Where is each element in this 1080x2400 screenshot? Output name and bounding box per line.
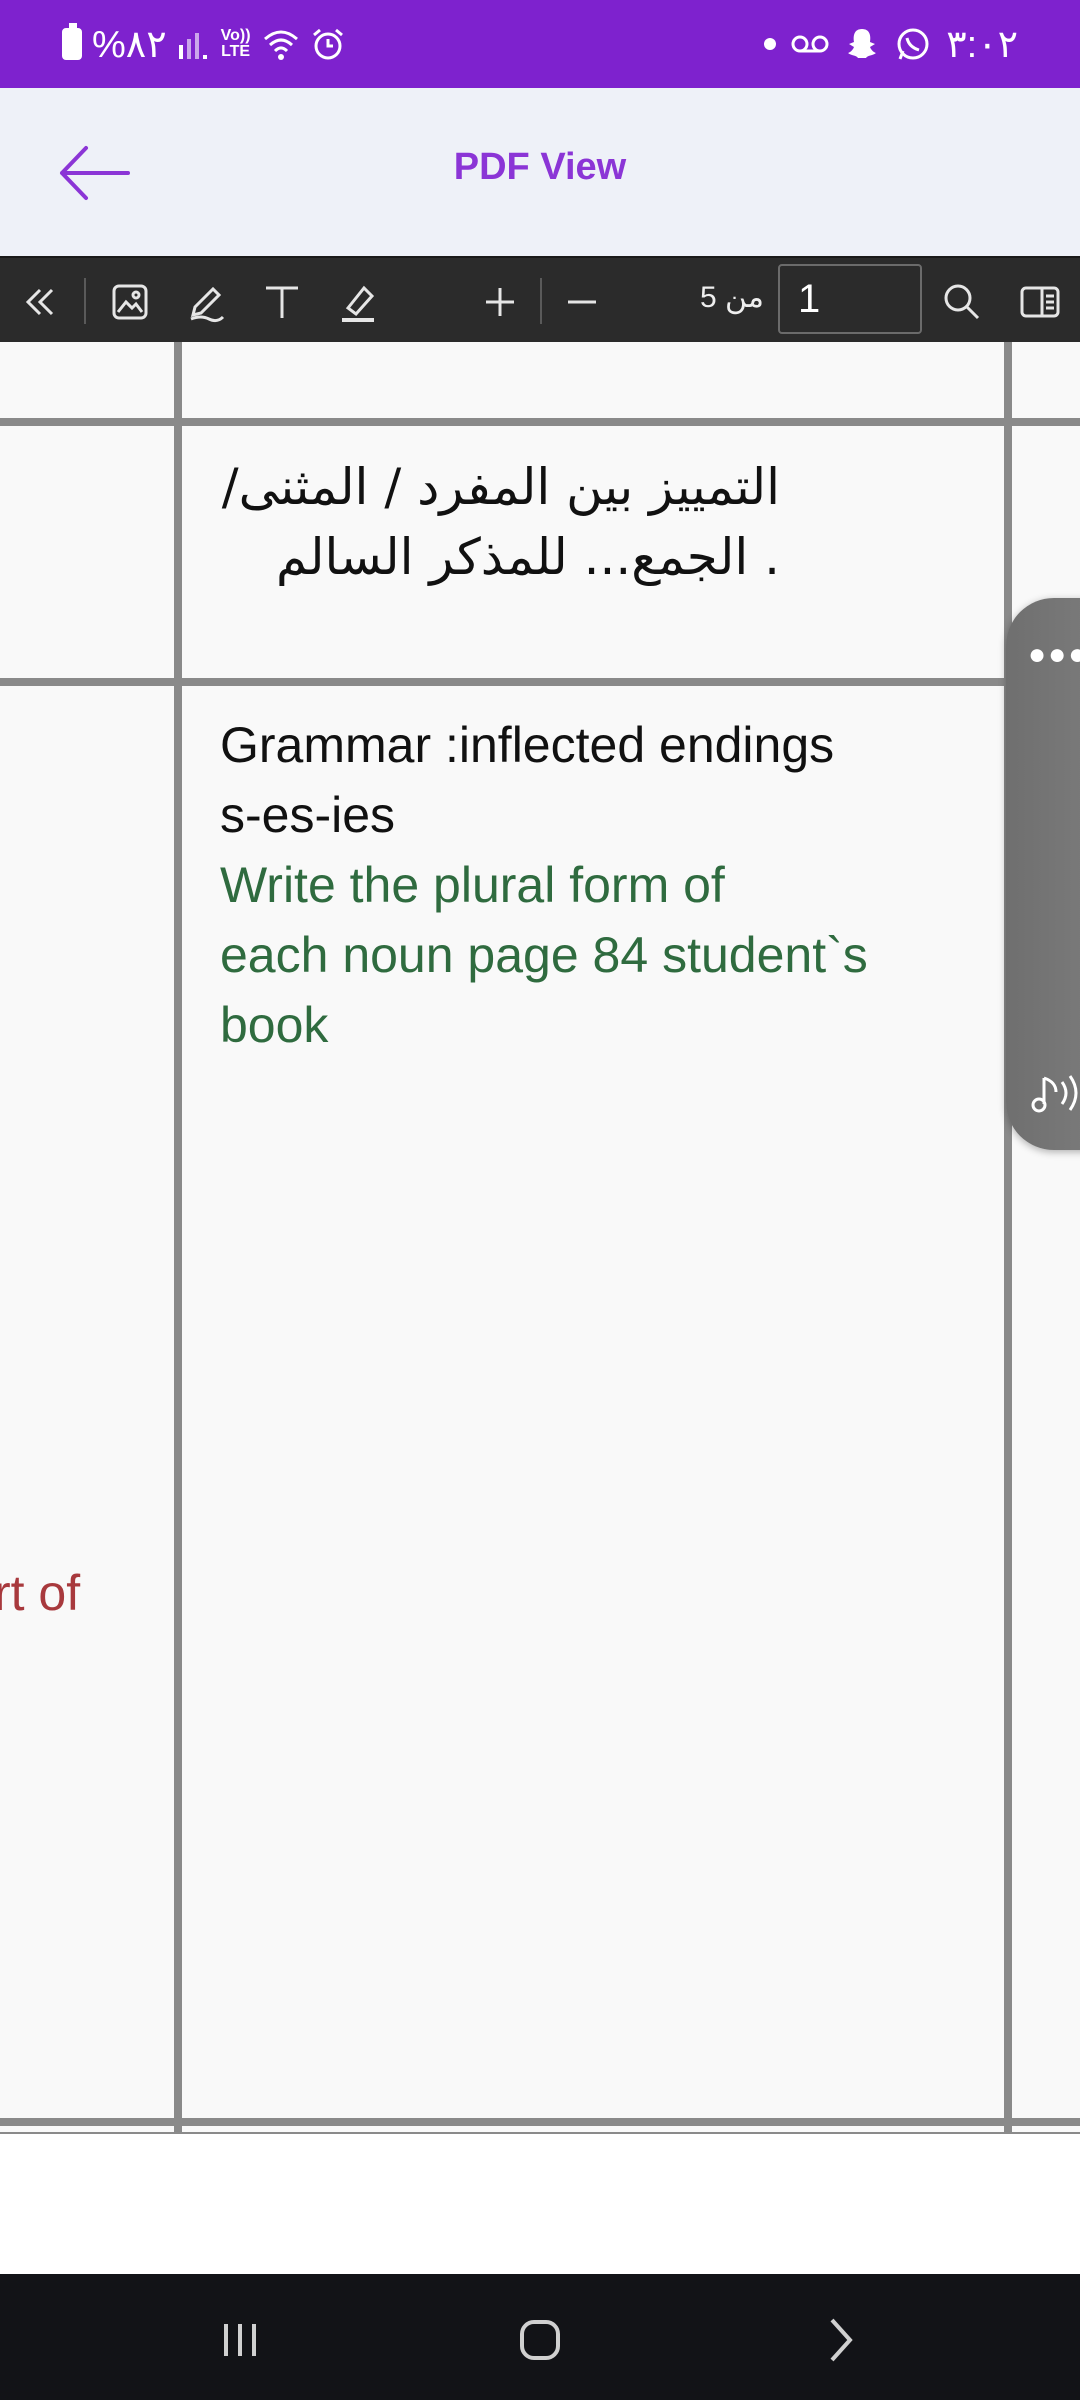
task-line: each noun page 84 student`s (220, 927, 868, 983)
grammar-line: s-es-ies (220, 787, 396, 843)
arabic-line: . الجمع... للمذكر السالم (276, 528, 780, 586)
status-left: %٨٢ Vo)) LTE (62, 16, 345, 72)
pen-tool-button[interactable] (176, 272, 236, 332)
page-total-label: من 5 (700, 281, 764, 314)
pdf-document-viewport[interactable]: التمييز بين المفرد / المثنى/ . الجمع... … (0, 342, 1080, 2274)
collapse-left-icon (25, 288, 54, 316)
grammar-heading: Grammar :inflected endings s-es-ies (220, 710, 1000, 850)
highlighter-tool-button[interactable] (328, 272, 388, 332)
toolbar-divider (84, 278, 86, 324)
notification-dot-icon (764, 38, 777, 50)
floating-side-panel[interactable]: ●●● (1006, 598, 1080, 1150)
search-icon (944, 284, 980, 320)
panel-toggle-button[interactable] (1010, 272, 1070, 332)
status-right: ٣:٠٢ (764, 16, 1018, 72)
table-border (0, 2118, 1080, 2126)
text-tool-button[interactable] (252, 272, 312, 332)
zoom-in-button[interactable] (470, 272, 530, 332)
table-border (0, 418, 1080, 426)
text-icon (266, 286, 298, 318)
volte-label: Vo)) LTE (220, 27, 251, 60)
home-icon (520, 2320, 560, 2360)
battery-icon (62, 23, 82, 60)
arabic-objective: التمييز بين المفرد / المثنى/ . الجمع... … (200, 452, 780, 592)
back-nav-button[interactable] (810, 2310, 870, 2370)
table-border (174, 342, 182, 2134)
back-chevron-icon (830, 2318, 853, 2362)
audio-speaker-icon (1031, 1075, 1078, 1113)
task-line: Write the plural form of (220, 857, 725, 913)
arabic-line: التمييز بين المفرد / المثنى/ (221, 458, 780, 516)
zoom-out-button[interactable] (552, 272, 612, 332)
recent-apps-button[interactable] (210, 2310, 270, 2370)
table-border (1004, 342, 1012, 2134)
page-title: PDF View (453, 146, 627, 188)
toolbar-divider (540, 278, 542, 324)
collapse-toolbar-button[interactable] (10, 272, 70, 332)
clock: ٣:٠٢ (946, 23, 1018, 66)
zoom-in-icon (486, 288, 514, 316)
image-icon (112, 284, 148, 320)
search-button[interactable] (932, 272, 992, 332)
signal-icon (178, 33, 207, 59)
grammar-line: Grammar :inflected endings (220, 717, 835, 773)
page-bottom-margin (0, 2134, 1080, 2274)
recent-apps-icon (224, 2324, 256, 2356)
insert-image-button[interactable] (100, 272, 160, 332)
table-border (0, 678, 1080, 686)
highlighter-icon (342, 285, 375, 322)
voicemail-icon (791, 35, 829, 53)
battery-percent: %٨٢ (92, 23, 167, 66)
alarm-icon (312, 28, 343, 60)
system-nav-bar (0, 2274, 1080, 2400)
audio-button[interactable] (1026, 1068, 1080, 1123)
zoom-out-icon (568, 300, 596, 304)
app-header: PDF View (0, 88, 1080, 256)
status-bar: %٨٢ Vo)) LTE ٣:٠٢ (0, 0, 1080, 88)
page-number-input[interactable] (778, 264, 922, 334)
pdf-toolbar: من 5 (0, 256, 1080, 346)
more-dots-icon[interactable]: ●●● (1028, 638, 1080, 672)
panel-toggle-icon (1020, 286, 1060, 318)
pen-icon (190, 286, 225, 323)
snapchat-icon (848, 29, 877, 58)
home-button[interactable] (510, 2310, 570, 2370)
whatsapp-icon (897, 28, 929, 60)
task-line: book (220, 997, 329, 1053)
wifi-icon (263, 30, 298, 60)
task-instruction: Write the plural form of each noun page … (220, 850, 1000, 1060)
left-column-partial-text: rt of (0, 1565, 81, 1621)
